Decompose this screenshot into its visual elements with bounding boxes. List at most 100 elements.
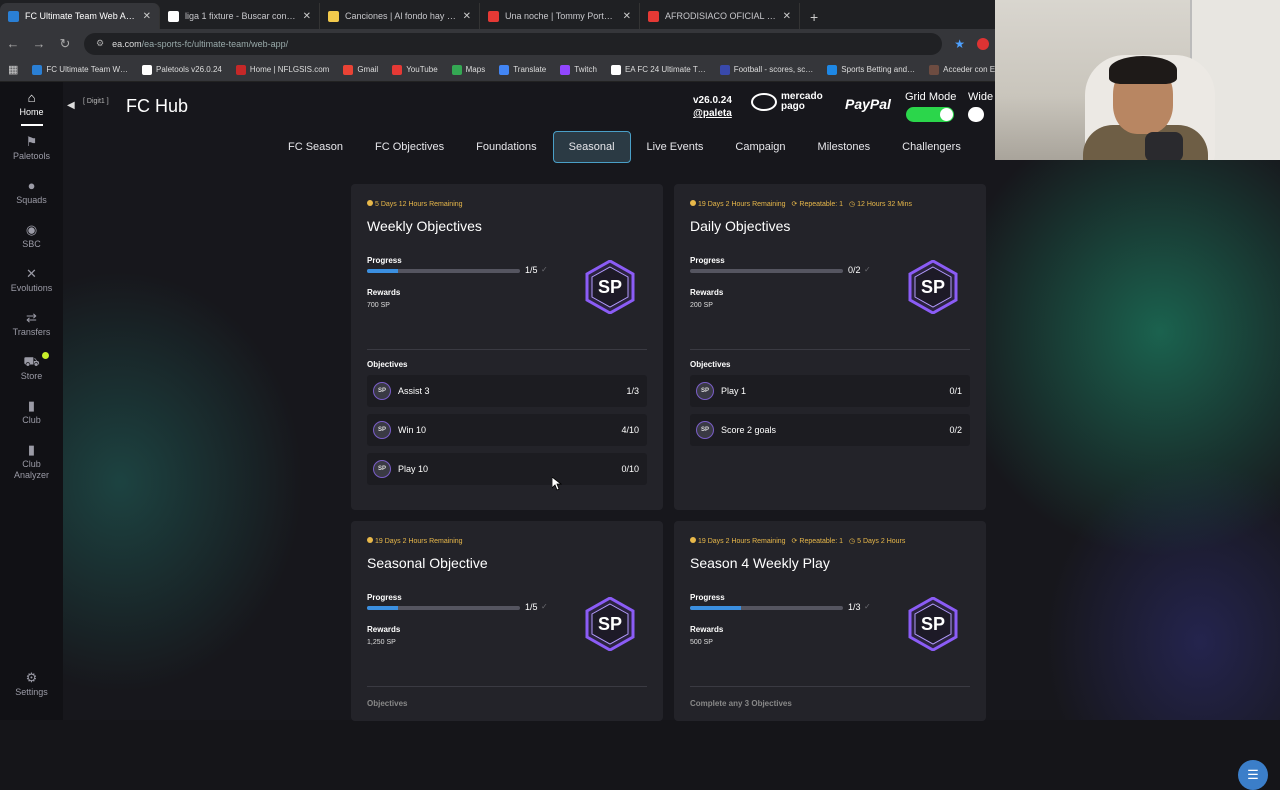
objectives-label: Complete any 3 Objectives xyxy=(690,699,792,708)
club-analyzer-icon: ▮ xyxy=(27,442,36,457)
tab-live-events[interactable]: Live Events xyxy=(631,131,720,163)
browser-tab[interactable]: AFRODISIACO OFICIAL - YouTu… ✕ xyxy=(640,3,800,29)
sidebar-item-sbc[interactable]: ◉ SBC xyxy=(0,214,63,258)
page-title: FC Hub xyxy=(126,96,189,116)
objective-row[interactable]: SP Score 2 goals 0/2 xyxy=(690,414,970,446)
objective-row[interactable]: SP Win 10 4/10 xyxy=(367,414,647,446)
extension-icon[interactable] xyxy=(977,37,989,50)
progress-value: 1/5 xyxy=(525,602,538,612)
objective-row[interactable]: SP Play 10 0/10 xyxy=(367,453,647,485)
back-button[interactable]: ◀ xyxy=(67,100,75,111)
repeatable-badge: ⟳ Repeatable: 1 xyxy=(792,537,843,545)
browser-tab[interactable]: Una noche | Tommy Portugal (… ✕ xyxy=(480,3,640,29)
sidebar-item-evolutions[interactable]: ✕ Evolutions xyxy=(0,258,63,302)
progress-bar-fill xyxy=(367,269,398,273)
squads-icon: ● xyxy=(27,177,36,193)
sidebar-item-squads[interactable]: ● Squads xyxy=(0,170,63,214)
sidebar-item-home[interactable]: ⌂ Home xyxy=(0,82,63,126)
progress-label: Progress xyxy=(367,593,402,602)
bookmark-item[interactable]: Home | NFLGSIS.com xyxy=(235,64,329,75)
grid-mode-toggle[interactable] xyxy=(906,107,954,122)
wide-toggle[interactable] xyxy=(968,107,984,122)
sidebar-item-settings[interactable]: ⚙ Settings xyxy=(0,662,63,706)
objective-card[interactable]: 19 Days 2 Hours Remaining ⟳ Repeatable: 1 ◷… xyxy=(674,184,986,510)
author-handle-link[interactable]: @paleta xyxy=(693,107,732,120)
mercado-pago-logo[interactable]: mercado pago xyxy=(751,92,823,112)
bookmark-item[interactable]: Twitch xyxy=(560,64,597,75)
bookmark-star-icon[interactable]: ★ xyxy=(954,37,965,51)
bookmark-favicon-icon xyxy=(451,64,462,75)
filter-fab-button[interactable]: ☰ xyxy=(1238,760,1268,790)
close-tab-icon[interactable]: ✕ xyxy=(623,11,631,22)
bookmark-item[interactable]: Paletools v26.0.24 xyxy=(142,64,222,75)
bookmark-item[interactable]: Football - scores, sc… xyxy=(719,64,813,75)
sidebar-item-club-analyzer[interactable]: ▮ Club Analyzer xyxy=(0,434,63,490)
browser-tab[interactable]: FC Ultimate Team Web App - E… ✕ xyxy=(0,3,160,29)
tab-challengers[interactable]: Challengers xyxy=(886,131,977,163)
reload-icon[interactable]: ↻ xyxy=(58,36,72,52)
bookmark-item[interactable]: YouTube xyxy=(392,64,438,75)
close-tab-icon[interactable]: ✕ xyxy=(463,11,471,22)
site-info-icon[interactable]: ⚙ xyxy=(96,38,104,49)
check-icon: ✓ xyxy=(864,602,871,611)
sidebar-item-club[interactable]: ▮ Club xyxy=(0,390,63,434)
sp-badge-icon: SP xyxy=(585,260,635,314)
bookmark-item[interactable]: Acceder con Ellucia… xyxy=(929,64,995,75)
objective-row[interactable]: SP Play 1 0/1 xyxy=(690,375,970,407)
progress-bar xyxy=(690,269,843,273)
webcam-overlay xyxy=(995,0,1280,160)
time-remaining: 19 Days 2 Hours Remaining xyxy=(367,537,463,545)
tab-campaign[interactable]: Campaign xyxy=(719,131,801,163)
tab-foundations[interactable]: Foundations xyxy=(460,131,553,163)
objective-card[interactable]: 19 Days 2 Hours Remaining ⟳ Repeatable: 1 ◷… xyxy=(674,521,986,721)
bookmark-item[interactable]: Translate xyxy=(499,64,546,75)
tab-milestones[interactable]: Milestones xyxy=(802,131,887,163)
bookmark-label: Maps xyxy=(465,65,486,74)
sidebar-item-paletools[interactable]: ⚑ Paletools xyxy=(0,126,63,170)
browser-tab[interactable]: Canciones | Al fondo hay sitio … ✕ xyxy=(320,3,480,29)
close-tab-icon[interactable]: ✕ xyxy=(303,11,311,22)
objective-progress: 0/10 xyxy=(621,464,639,474)
new-tab-button[interactable]: + xyxy=(800,9,828,29)
repeatable-text: Repeatable: 1 xyxy=(799,538,844,545)
sidebar-item-store[interactable]: ⛟ Store xyxy=(0,346,63,390)
hub-tabs: FC Season FC Objectives Foundations Seasona… xyxy=(272,131,977,163)
paypal-logo[interactable]: PayPal xyxy=(845,96,891,112)
apps-grid-icon[interactable]: ▦ xyxy=(8,63,18,76)
tab-favicon-icon xyxy=(488,10,499,22)
progress-bar xyxy=(367,269,520,273)
tab-fc-objectives[interactable]: FC Objectives xyxy=(359,131,460,163)
repeat-timer: ◷ 12 Hours 32 Mins xyxy=(849,200,912,208)
clock-icon xyxy=(367,200,373,206)
clock-icon xyxy=(690,200,696,206)
card-title: Daily Objectives xyxy=(690,218,791,234)
rewards-label: Rewards xyxy=(690,288,724,297)
url-field[interactable]: ⚙ ea.com/ea-sports-fc/ultimate-team/web-… xyxy=(84,32,943,55)
back-arrow-icon[interactable]: ← xyxy=(6,36,20,51)
wide-label: Wide xyxy=(968,91,994,103)
objective-card[interactable]: 5 Days 12 Hours Remaining Weekly Objectiv… xyxy=(351,184,663,510)
objective-row[interactable]: SP Assist 3 1/3 xyxy=(367,375,647,407)
bookmark-item[interactable]: Sports Betting and… xyxy=(827,64,915,75)
sp-badge-icon: SP xyxy=(908,597,958,651)
bookmark-item[interactable]: Maps xyxy=(451,64,486,75)
bookmark-item[interactable]: EA FC 24 Ultimate T… xyxy=(610,64,706,75)
objective-card[interactable]: 19 Days 2 Hours Remaining Seasonal Object… xyxy=(351,521,663,721)
bookmark-item[interactable]: FC Ultimate Team W… xyxy=(32,64,128,75)
card-timer: 19 Days 2 Hours Remaining ⟳ Repeatable: 1 ◷… xyxy=(690,200,970,208)
tab-seasonal[interactable]: Seasonal xyxy=(552,131,631,163)
grid-mode-label: Grid Mode xyxy=(905,91,957,103)
bookmark-item[interactable]: Gmail xyxy=(343,64,378,75)
notification-dot xyxy=(42,352,49,359)
close-tab-icon[interactable]: ✕ xyxy=(143,11,151,22)
tab-fc-season[interactable]: FC Season xyxy=(272,131,359,163)
rewards-label: Rewards xyxy=(367,625,401,634)
repeat-timer-text: 12 Hours 32 Mins xyxy=(857,201,912,208)
browser-tab[interactable]: liga 1 fixture - Buscar con Goog… ✕ xyxy=(160,3,320,29)
forward-arrow-icon[interactable]: → xyxy=(32,36,46,51)
close-tab-icon[interactable]: ✕ xyxy=(783,11,791,22)
progress-label: Progress xyxy=(690,256,725,265)
tab-title: FC Ultimate Team Web App - E… xyxy=(25,11,137,21)
card-title: Seasonal Objective xyxy=(367,555,488,571)
sidebar-item-transfers[interactable]: ⇄ Transfers xyxy=(0,302,63,346)
